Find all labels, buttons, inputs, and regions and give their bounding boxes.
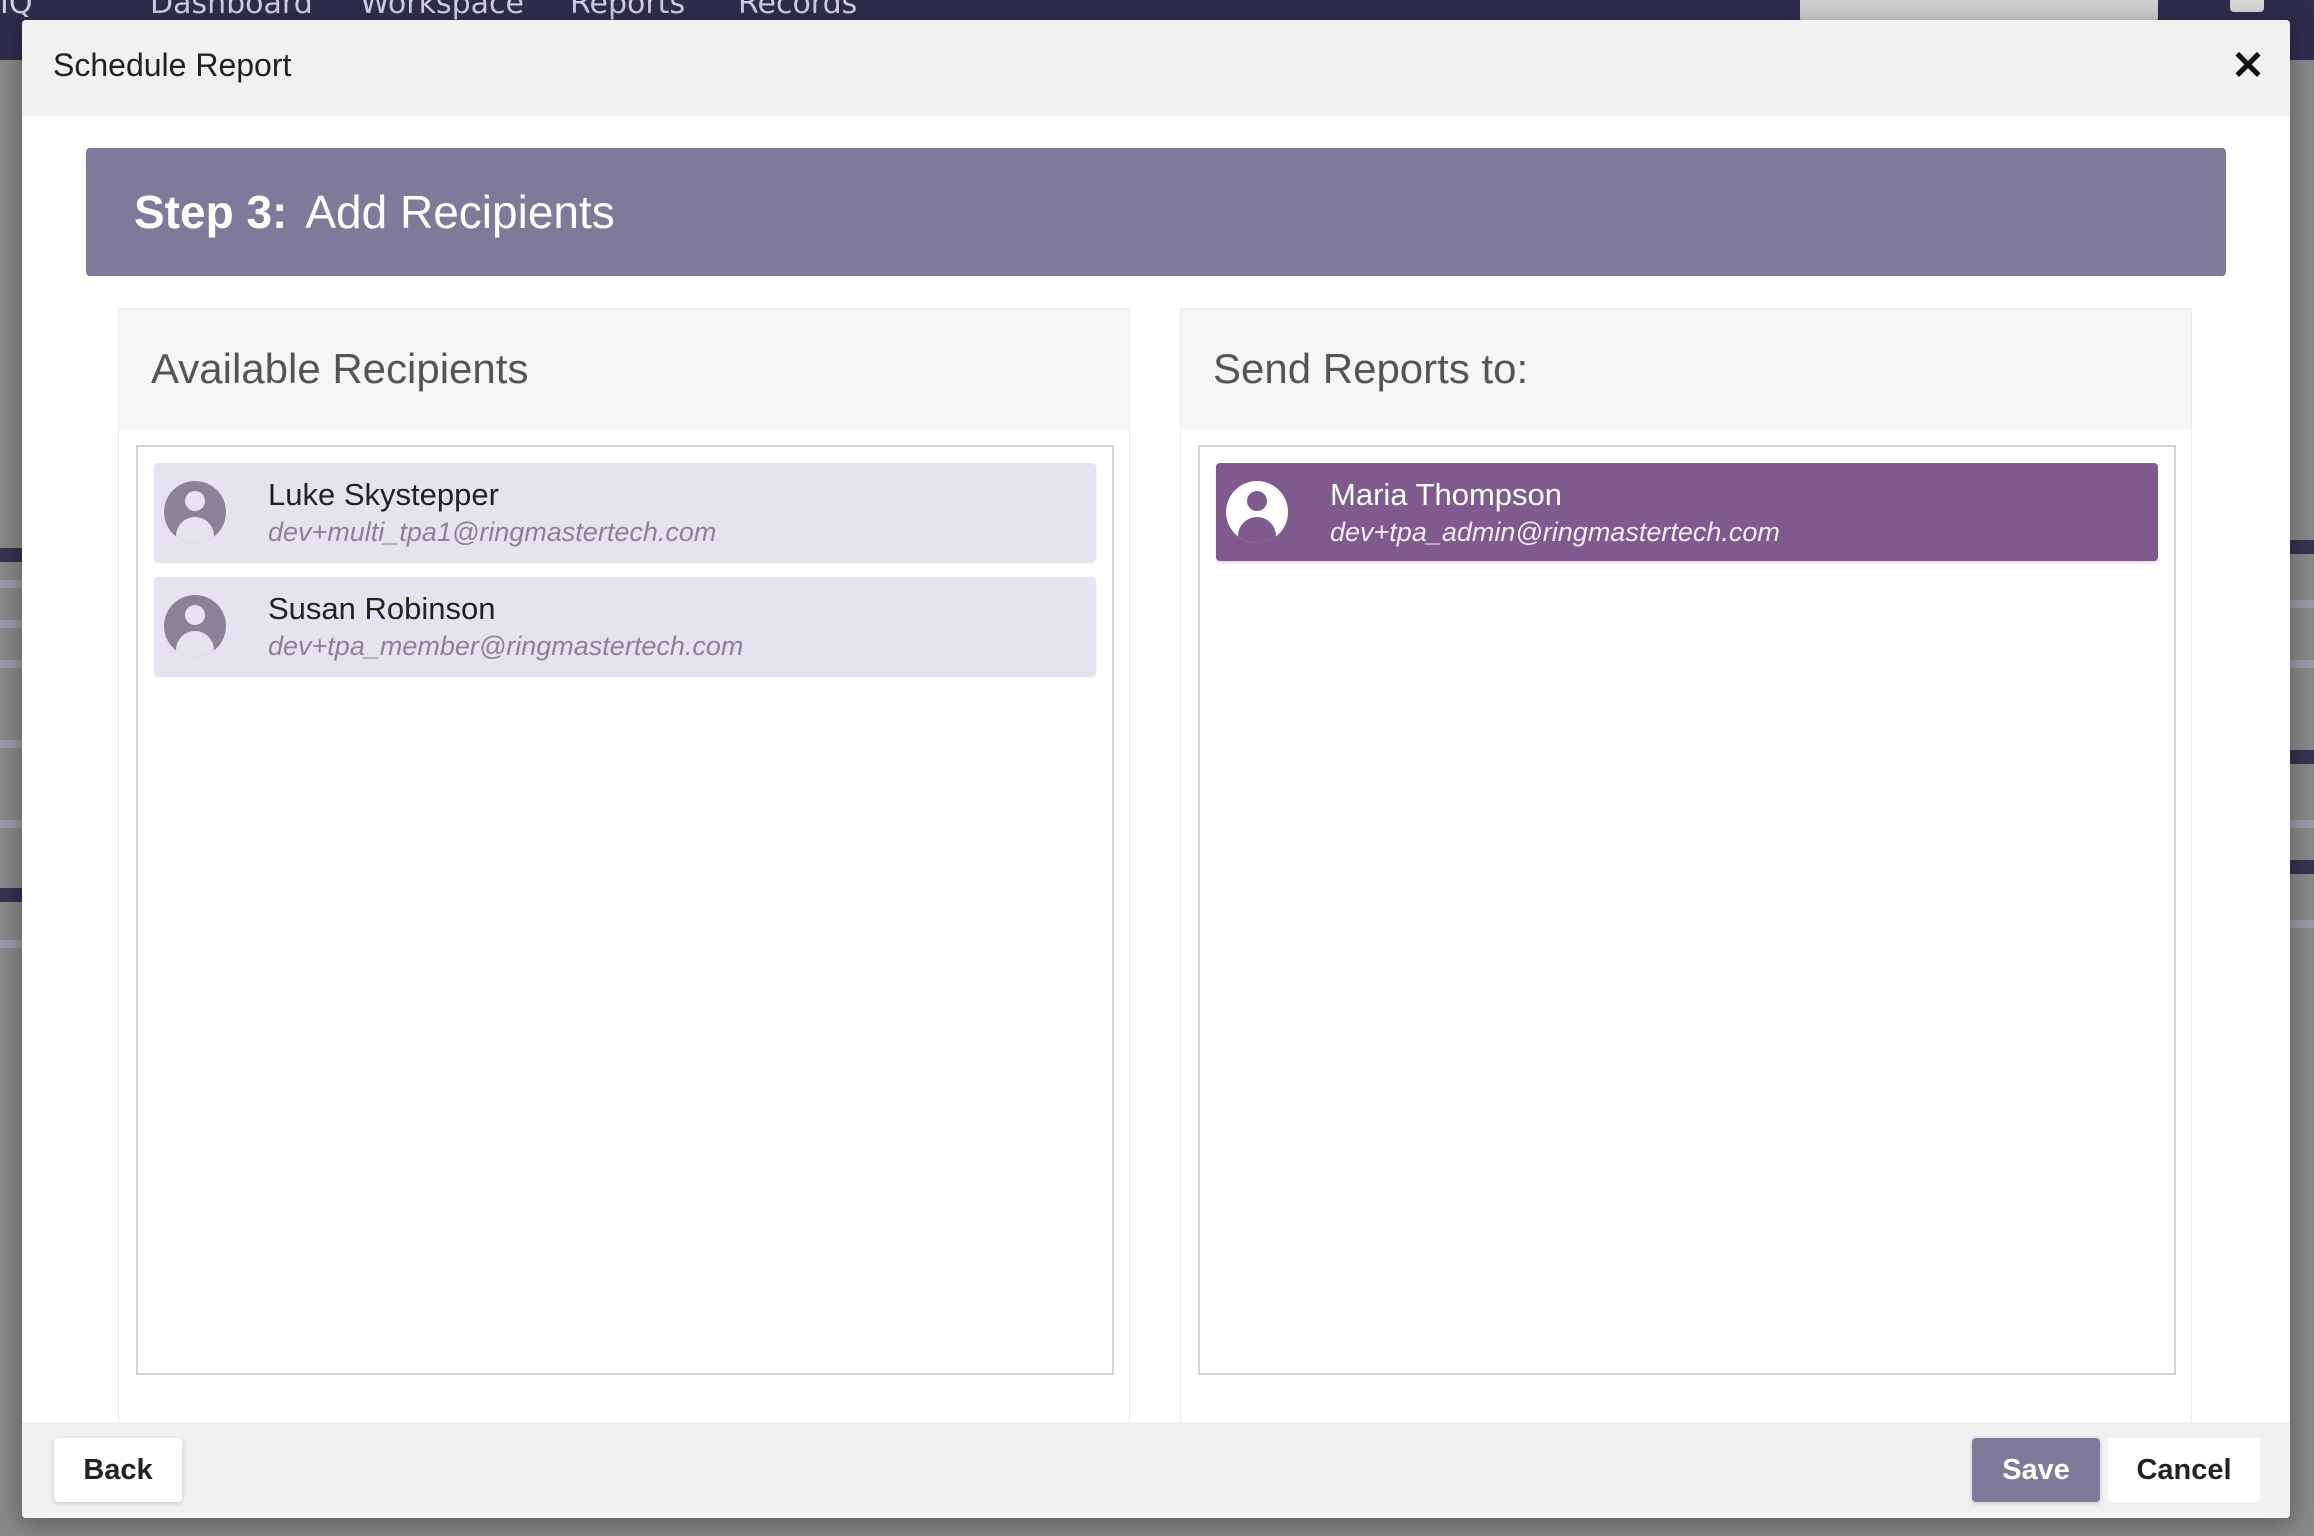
available-recipients-header: Available Recipients — [119, 309, 1129, 429]
send-reports-to-panel: Send Reports to: Maria Thompson dev+tpa_… — [1180, 308, 2192, 1438]
selected-recipient-item[interactable]: Maria Thompson dev+tpa_admin@ringmastert… — [1216, 463, 2158, 561]
recipient-item[interactable]: Susan Robinson dev+tpa_member@ringmaster… — [154, 577, 1096, 675]
bg-decor — [2288, 920, 2314, 928]
recipient-email: dev+tpa_member@ringmastertech.com — [268, 630, 744, 661]
recipient-name: Susan Robinson — [268, 590, 496, 626]
available-recipients-list[interactable]: Luke Skystepper dev+multi_tpa1@ringmaste… — [136, 445, 1114, 1375]
step-title: Add Recipients — [305, 186, 615, 238]
recipient-email: dev+multi_tpa1@ringmastertech.com — [268, 516, 717, 547]
modal-header: Schedule Report ✕ — [22, 20, 2290, 116]
bg-decor — [0, 620, 22, 628]
recipient-name: Maria Thompson — [1330, 476, 1563, 512]
back-button[interactable]: Back — [54, 1438, 182, 1502]
bg-groups-filter — [1800, 0, 2158, 22]
available-recipients-panel: Available Recipients Luke Skystepper dev… — [118, 308, 1130, 1438]
bg-nav-workspace: Workspace — [360, 0, 524, 21]
step-label: Step 3: — [134, 186, 288, 238]
bg-decor — [0, 660, 22, 668]
schedule-report-modal: Schedule Report ✕ Step 3: Add Recipients… — [22, 20, 2290, 1518]
bg-nav-dashboard: Dashboard — [150, 0, 313, 21]
user-avatar-icon — [164, 595, 226, 657]
modal-footer: Back Save Cancel — [22, 1422, 2290, 1518]
cancel-button[interactable]: Cancel — [2108, 1438, 2260, 1502]
bg-decor — [0, 548, 22, 562]
recipient-name: Luke Skystepper — [268, 476, 499, 512]
send-reports-to-title: Send Reports to: — [1213, 345, 1529, 392]
send-reports-to-list[interactable]: Maria Thompson dev+tpa_admin@ringmastert… — [1198, 445, 2176, 1375]
user-avatar-icon — [1226, 481, 1288, 543]
user-avatar-icon — [164, 481, 226, 543]
bg-decor — [2288, 750, 2314, 764]
available-recipients-title: Available Recipients — [151, 345, 529, 392]
close-icon[interactable]: ✕ — [2228, 46, 2268, 86]
send-reports-to-header: Send Reports to: — [1181, 309, 2191, 429]
bg-decor — [0, 740, 22, 748]
bg-decor — [2288, 540, 2314, 554]
bg-decor — [0, 820, 22, 828]
recipient-item[interactable]: Luke Skystepper dev+multi_tpa1@ringmaste… — [154, 463, 1096, 561]
bg-decor — [2288, 660, 2314, 668]
bg-nav-records: Records — [738, 0, 858, 21]
bg-user-icon — [2230, 0, 2264, 12]
bg-decor — [0, 888, 22, 902]
recipient-email: dev+tpa_admin@ringmastertech.com — [1330, 516, 1780, 547]
save-button[interactable]: Save — [1972, 1438, 2100, 1502]
bg-decor — [0, 940, 22, 948]
bg-nav-logo: IQ — [0, 0, 33, 21]
step-banner: Step 3: Add Recipients — [86, 148, 2226, 276]
bg-nav-reports: Reports — [570, 0, 686, 21]
bg-decor — [0, 580, 22, 588]
bg-decor — [2288, 820, 2314, 828]
bg-decor — [2288, 860, 2314, 874]
bg-decor — [2288, 600, 2314, 608]
modal-title: Schedule Report — [53, 47, 292, 83]
